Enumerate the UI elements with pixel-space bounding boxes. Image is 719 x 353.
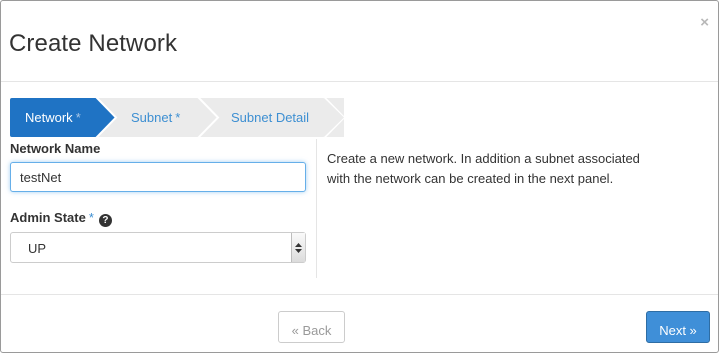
create-network-modal: Create Network × Network * Subnet * Subnet… [0, 0, 719, 353]
close-icon[interactable]: × [700, 15, 709, 30]
admin-state-label-text: Admin State [10, 210, 86, 225]
wizard-last-arrow [324, 98, 344, 137]
help-description: Create a new network. In addition a subn… [327, 151, 640, 186]
required-mark: * [88, 210, 94, 225]
tab-subnet[interactable]: Subnet * [131, 110, 180, 125]
required-mark: * [75, 110, 81, 125]
question-circle-icon[interactable]: ? [98, 214, 112, 227]
wizard-separator [197, 98, 220, 137]
wizard-chevrons [10, 98, 712, 137]
wizard-steps: Network * Subnet * Subnet Detail [10, 98, 712, 137]
wizard-trailing-space [344, 98, 712, 137]
required-mark: * [175, 110, 181, 125]
modal-title: Create Network [9, 30, 178, 57]
network-name-label: Network Name [10, 141, 101, 156]
tab-network[interactable]: Network * [25, 110, 81, 125]
network-name-input[interactable] [10, 162, 306, 192]
tab-subnet-label: Subnet [131, 110, 173, 125]
tab-subnet-detail[interactable]: Subnet Detail [231, 110, 309, 125]
tab-network-label: Network [25, 110, 73, 125]
modal-footer: « Back Next » [1, 294, 718, 353]
admin-state-selected-value: UP [28, 241, 47, 256]
back-button[interactable]: « Back [278, 311, 345, 343]
admin-state-label: Admin State *? [10, 210, 112, 227]
updown-arrows-icon [291, 233, 305, 262]
pane-divider [316, 139, 317, 278]
next-button[interactable]: Next » [646, 311, 710, 343]
admin-state-select[interactable]: UP [10, 232, 306, 263]
modal-header: Create Network × [1, 1, 718, 82]
